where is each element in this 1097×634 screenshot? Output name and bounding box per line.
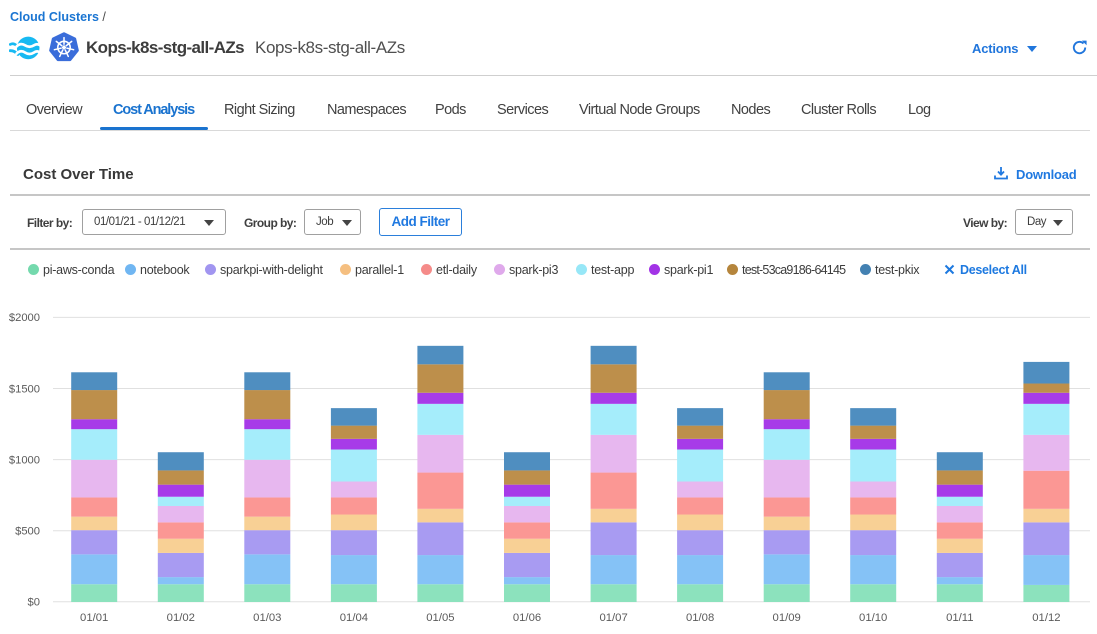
svg-text:01/01: 01/01	[80, 612, 108, 624]
svg-text:01/03: 01/03	[253, 612, 281, 624]
svg-text:01/07: 01/07	[599, 612, 627, 624]
svg-text:01/09: 01/09	[773, 612, 801, 624]
svg-text:$1500: $1500	[9, 383, 40, 395]
svg-text:01/04: 01/04	[340, 612, 368, 624]
svg-text:01/06: 01/06	[513, 612, 541, 624]
svg-text:$500: $500	[15, 526, 40, 538]
svg-text:01/08: 01/08	[686, 612, 714, 624]
svg-text:01/12: 01/12	[1032, 612, 1060, 624]
svg-text:01/05: 01/05	[426, 612, 454, 624]
svg-text:01/10: 01/10	[859, 612, 887, 624]
svg-text:01/11: 01/11	[946, 612, 973, 624]
svg-text:$1000: $1000	[9, 454, 40, 466]
svg-text:$0: $0	[28, 597, 40, 609]
svg-text:01/02: 01/02	[167, 612, 195, 624]
svg-text:$2000: $2000	[9, 312, 40, 324]
